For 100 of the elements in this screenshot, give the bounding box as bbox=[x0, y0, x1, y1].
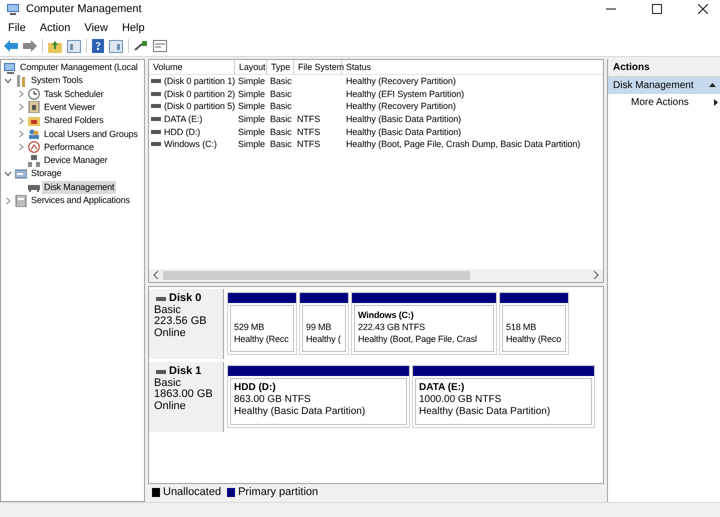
legend-label: Unallocated bbox=[163, 486, 222, 498]
disk-size: 223.56 GB bbox=[154, 316, 208, 328]
column-header[interactable]: Type bbox=[267, 60, 294, 74]
table-cell: HDD (D:) bbox=[164, 126, 200, 137]
tools-icon bbox=[15, 74, 27, 87]
tree-item[interactable]: Device Manager bbox=[42, 154, 110, 168]
table-cell: Simple bbox=[238, 76, 265, 86]
table-cell: NTFS bbox=[297, 126, 320, 137]
partition-block[interactable]: DATA (E:) 1000.00 GB NTFS Healthy (Basic Data Partition) bbox=[412, 364, 595, 428]
table-cell: Healthy (Recovery Partition) bbox=[346, 101, 456, 112]
tree-item[interactable]: Performance bbox=[42, 140, 96, 154]
tree-item[interactable]: Computer Management (Local bbox=[18, 61, 140, 74]
table-cell: DATA (E:) bbox=[164, 114, 202, 124]
partition-status: Healthy (Boot, Page File, Crasl bbox=[358, 332, 478, 345]
table-cell: Healthy (Recovery Partition) bbox=[346, 76, 456, 86]
clock-icon bbox=[28, 88, 40, 100]
table-cell: Basic bbox=[270, 139, 292, 150]
pane-toggle-icon[interactable] bbox=[67, 40, 81, 53]
actions-group[interactable]: Disk Management bbox=[608, 76, 720, 94]
partition-size: 863.00 GB NTFS bbox=[234, 394, 312, 406]
partition-label: DATA (E:) bbox=[419, 382, 466, 394]
tree-item[interactable]: Storage bbox=[29, 167, 64, 180]
partition-block[interactable]: HDD (D:) 863.00 GB NTFS Healthy (Basic Data Partition) bbox=[227, 364, 410, 428]
menu-item[interactable]: Action bbox=[40, 22, 70, 34]
disk-name: Disk 1 bbox=[169, 366, 202, 378]
partition-size: 99 MB bbox=[306, 320, 332, 333]
tree-item[interactable]: Disk Management bbox=[42, 180, 116, 194]
column-header[interactable]: Layout bbox=[235, 60, 267, 74]
table-cell: (Disk 0 partition 5) bbox=[164, 101, 236, 112]
tree-item[interactable]: Services and Applications bbox=[29, 194, 132, 208]
pane-toggle-icon[interactable] bbox=[109, 40, 123, 53]
tree-item[interactable]: Event Viewer bbox=[42, 100, 98, 114]
chevron-right-icon[interactable] bbox=[17, 103, 25, 112]
scrollbar-thumb[interactable] bbox=[163, 270, 470, 280]
storage-icon bbox=[15, 168, 27, 180]
users-icon bbox=[28, 128, 40, 140]
partition-label: Windows (C:) bbox=[358, 308, 415, 321]
table-cell: Basic bbox=[270, 126, 292, 137]
menu-item[interactable]: Help bbox=[122, 22, 145, 34]
table-cell: Simple bbox=[238, 114, 265, 124]
menu-item[interactable]: View bbox=[84, 22, 108, 34]
tree-item[interactable]: Task Scheduler bbox=[42, 88, 106, 101]
chevron-right-icon[interactable] bbox=[17, 143, 25, 152]
partition-status: Healthy ( bbox=[306, 332, 342, 345]
disk-status: Online bbox=[154, 400, 187, 412]
gauge-icon bbox=[28, 141, 40, 154]
partition-size: 1000.00 GB NTFS bbox=[419, 394, 502, 406]
window-icon[interactable] bbox=[153, 40, 167, 52]
forward-arrow-icon[interactable] bbox=[23, 40, 37, 52]
disk-info-panel[interactable]: Disk 1 Basic 1863.00 GB Online bbox=[149, 362, 224, 432]
tree-item[interactable]: System Tools bbox=[29, 74, 85, 88]
folder-icon bbox=[28, 114, 40, 127]
column-header[interactable]: File System bbox=[294, 60, 342, 74]
menu-item[interactable]: File bbox=[8, 22, 26, 34]
partition-status: Healthy (Basic Data Partition) bbox=[419, 406, 552, 418]
partition-size: 518 MB bbox=[506, 320, 538, 333]
chevron-down-icon[interactable] bbox=[4, 170, 12, 178]
maximize-icon[interactable] bbox=[652, 4, 662, 14]
partition-status: Healthy (Recc bbox=[234, 332, 290, 345]
partition-block[interactable]: 529 MB Healthy (Recc bbox=[227, 292, 297, 355]
table-cell: Basic bbox=[270, 101, 292, 112]
table-cell: Basic bbox=[270, 88, 292, 99]
chevron-right-icon[interactable] bbox=[4, 196, 12, 205]
partition-size: 222.43 GB NTFS bbox=[358, 320, 426, 333]
scroll-left-icon[interactable] bbox=[153, 271, 159, 280]
partition-block[interactable]: 518 MB Healthy (Reco bbox=[499, 292, 569, 355]
column-header[interactable]: Volume bbox=[149, 60, 235, 74]
chevron-down-icon[interactable] bbox=[4, 76, 12, 85]
chevron-right-icon[interactable] bbox=[17, 90, 25, 98]
legend-label: Primary partition bbox=[238, 486, 318, 498]
chevron-right-icon[interactable] bbox=[17, 130, 25, 138]
back-arrow-icon[interactable] bbox=[4, 40, 18, 52]
window-title: Computer Management bbox=[26, 3, 142, 16]
disk-status: Online bbox=[154, 328, 187, 340]
table-cell: Simple bbox=[238, 126, 265, 137]
tree-item[interactable]: Local Users and Groups bbox=[42, 128, 140, 141]
disk-type: Basic bbox=[154, 378, 182, 389]
disk-info-panel[interactable]: Disk 0 Basic 223.56 GB Online bbox=[149, 288, 224, 359]
table-cell: (Disk 0 partition 1) bbox=[164, 76, 236, 86]
caret-right-icon bbox=[714, 98, 718, 106]
folder-up-icon[interactable] bbox=[48, 40, 62, 53]
action-item[interactable]: More Actions bbox=[608, 94, 720, 111]
actions-header: Actions bbox=[608, 58, 720, 77]
caret-up-icon bbox=[709, 83, 716, 88]
help-book-icon[interactable] bbox=[92, 39, 104, 54]
table-cell: Simple bbox=[238, 88, 265, 99]
table-cell: Basic bbox=[270, 114, 292, 124]
log-icon bbox=[28, 101, 40, 114]
table-cell: Windows (C:) bbox=[164, 139, 217, 150]
table-cell: (Disk 0 partition 2) bbox=[164, 88, 236, 99]
column-header[interactable]: Status bbox=[342, 60, 603, 74]
chevron-right-icon[interactable] bbox=[17, 116, 25, 125]
computer-icon bbox=[6, 2, 20, 16]
partition-block[interactable]: Windows (C:) 222.43 GB NTFS Healthy (Boot, Page File, Crasl bbox=[351, 292, 497, 355]
close-icon[interactable] bbox=[698, 4, 708, 14]
horizontal-scrollbar[interactable] bbox=[149, 268, 603, 282]
devices-icon bbox=[28, 154, 40, 167]
scroll-right-icon[interactable] bbox=[593, 271, 599, 280]
partition-block[interactable]: 99 MB Healthy ( bbox=[299, 292, 349, 355]
tree-item[interactable]: Shared Folders bbox=[42, 114, 106, 128]
